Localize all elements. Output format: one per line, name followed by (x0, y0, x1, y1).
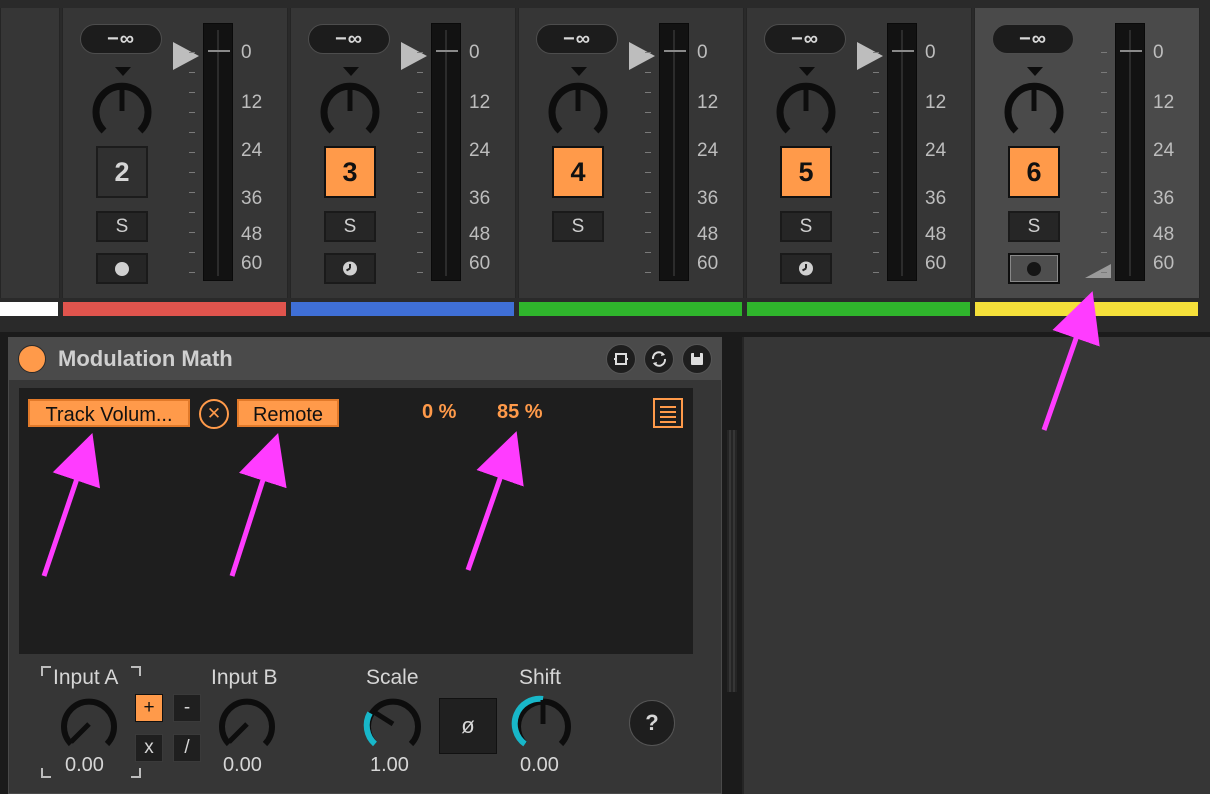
annotation-arrow (1041, 291, 1100, 431)
annotation-arrows (41, 291, 1100, 577)
annotation-arrow (41, 433, 101, 577)
annotation-arrow (465, 431, 524, 571)
annotation-arrow (229, 432, 287, 577)
